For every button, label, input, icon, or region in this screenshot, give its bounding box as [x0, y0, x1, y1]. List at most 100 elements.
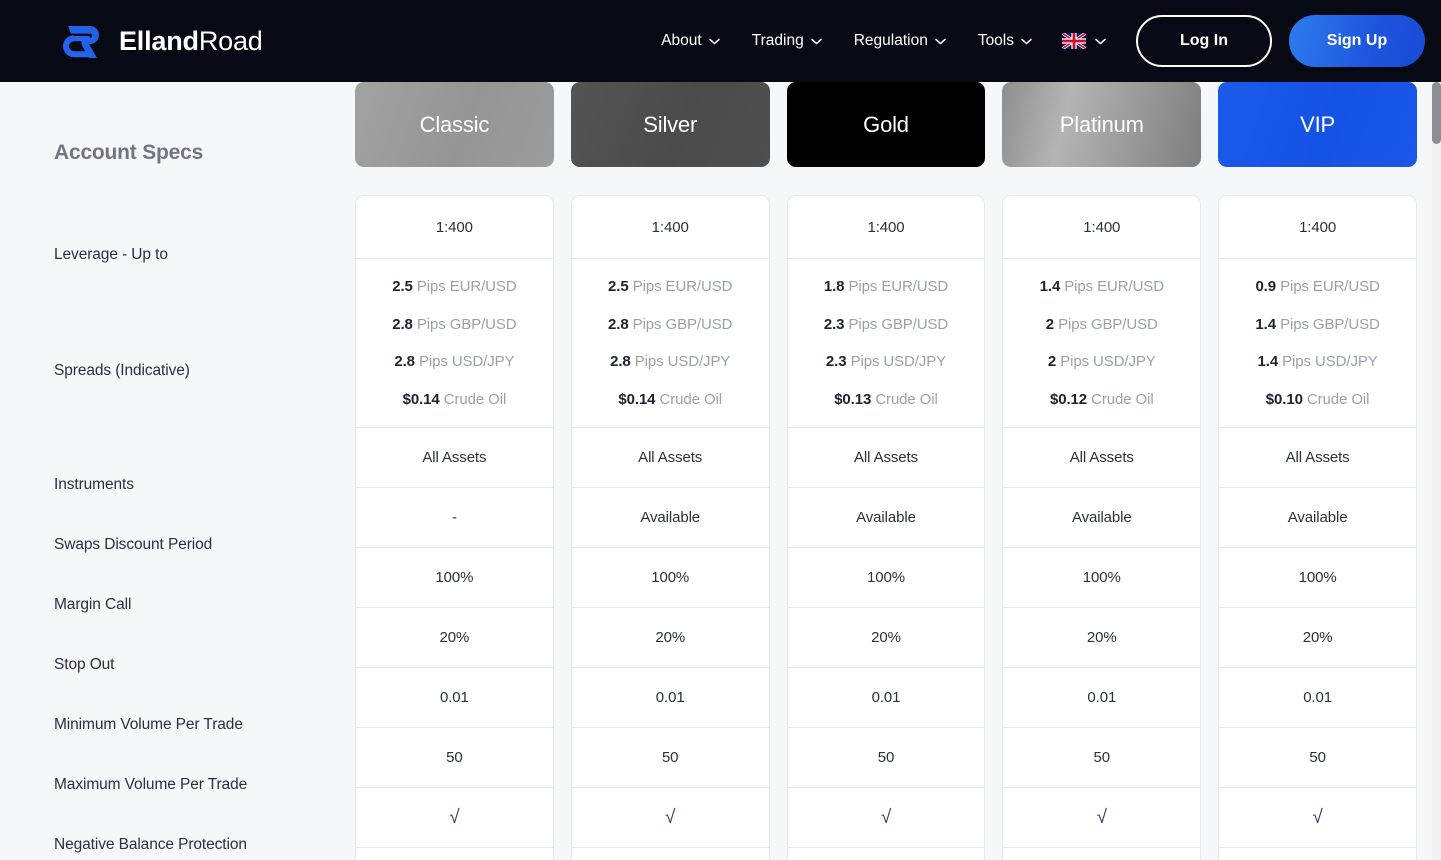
nav-item-tools[interactable]: Tools [962, 22, 1048, 60]
spec-label-negative-balance-protection: Negative Balance Protection [54, 836, 247, 853]
spread-line: 2 Pips USD/JPY [1048, 343, 1156, 381]
cell-margin-call: 100% [571, 548, 769, 608]
cell-margin-call: 100% [787, 548, 985, 608]
cell-swaps-discount-period: Available [1219, 488, 1416, 548]
plan-column-classic: Classic 1:400 2.5 Pips EUR/USD 2.8 Pips … [355, 82, 554, 860]
nav-item-about[interactable]: About [645, 22, 736, 60]
cell-maximum-volume: 50 [1003, 728, 1201, 788]
page-title: Account Specs [54, 141, 204, 164]
cell-stop-out: 20% [787, 608, 985, 668]
spread-unit: Crude Oil [659, 390, 723, 408]
spread-value: 2.8 [608, 315, 629, 333]
spread-value: 2.5 [608, 278, 629, 295]
cell-negative-balance-protection: √ [1003, 788, 1201, 848]
plan-columns: Classic 1:400 2.5 Pips EUR/USD 2.8 Pips … [355, 82, 1417, 860]
cell-margin-call: 100% [1219, 548, 1416, 608]
spread-value: 2 [1045, 315, 1055, 333]
cell-minimum-volume: 0.01 [356, 668, 553, 728]
cell-minimum-volume: 0.01 [1219, 668, 1416, 728]
spec-label-swaps-discount-period: Swaps Discount Period [54, 536, 213, 553]
cell-next-row [572, 848, 769, 860]
cell-negative-balance-protection: √ [1219, 788, 1416, 848]
spread-line: 2.8 Pips USD/JPY [394, 343, 514, 381]
cell-minimum-volume: 0.01 [571, 668, 769, 728]
nav-item-label: Regulation [853, 32, 928, 49]
spread-unit: Crude Oil [875, 390, 938, 408]
cell-leverage: 1:400 [1219, 196, 1416, 259]
spread-unit: Pips EUR/USD [416, 278, 517, 295]
spread-line: 2.5 Pips EUR/USD [608, 268, 732, 306]
plan-column-platinum: Platinum 1:400 1.4 Pips EUR/USD 2 Pips G… [1002, 82, 1202, 860]
plan-header-vip[interactable]: VIP [1218, 82, 1417, 167]
login-button[interactable]: Log In [1136, 15, 1272, 67]
spread-value: 2.8 [610, 353, 631, 370]
cell-minimum-volume: 0.01 [1003, 668, 1201, 728]
brand-logo[interactable]: EllandRoad [58, 19, 263, 63]
nav-item-label: About [661, 32, 702, 49]
cell-next-row [356, 848, 553, 860]
spread-value: $0.12 [1049, 390, 1088, 408]
cell-maximum-volume: 50 [1219, 728, 1416, 788]
uk-flag-icon [1062, 33, 1086, 49]
cell-swaps-discount-period: Available [787, 488, 985, 548]
spread-line: 2.8 Pips GBP/USD [392, 306, 516, 344]
spread-line: $0.13 Crude Oil [834, 381, 938, 419]
nav-item-regulation[interactable]: Regulation [838, 22, 962, 60]
plan-column-vip: VIP 1:400 0.9 Pips EUR/USD 1.4 Pips GBP/… [1218, 82, 1417, 860]
spec-label-column: Account Specs Leverage - Up to Spreads (… [54, 82, 355, 860]
spec-label-minimum-volume: Minimum Volume Per Trade [54, 716, 243, 733]
cell-next-row [788, 848, 985, 860]
cell-stop-out: 20% [571, 608, 769, 668]
cell-negative-balance-protection: √ [356, 788, 553, 848]
brand-name: EllandRoad [119, 26, 263, 57]
spread-value: 1.8 [823, 278, 845, 295]
spec-label-leverage: Leverage - Up to [54, 245, 168, 263]
spec-label-spreads: Spreads (Indicative) [54, 361, 190, 379]
main-navigation: About Trading Regulation Tools Log In Si… [645, 15, 1425, 67]
nav-item-trading[interactable]: Trading [736, 22, 838, 60]
spread-line: 1.4 Pips GBP/USD [1255, 306, 1379, 344]
spread-unit: Pips USD/JPY [1060, 353, 1156, 370]
brand-name-light: Road [198, 25, 263, 56]
spread-unit: Pips EUR/USD [1280, 278, 1380, 295]
plan-body-platinum: 1:400 1.4 Pips EUR/USD 2 Pips GBP/USD 2 … [1002, 195, 1202, 860]
spread-line: 2 Pips GBP/USD [1046, 306, 1158, 344]
spec-label-instruments: Instruments [54, 476, 134, 493]
cell-swaps-discount-period: - [356, 488, 553, 548]
spread-line: 1.8 Pips EUR/USD [824, 268, 948, 306]
spread-value: $0.10 [1265, 390, 1303, 408]
cell-leverage: 1:400 [571, 196, 769, 259]
plan-column-silver: Silver 1:400 2.5 Pips EUR/USD 2.8 Pips G… [570, 82, 770, 860]
cell-next-row [1219, 848, 1416, 860]
chevron-down-icon [1095, 38, 1106, 45]
spread-value: 2 [1047, 353, 1057, 370]
label-spacer [54, 195, 355, 223]
plan-header-gold[interactable]: Gold [786, 82, 986, 167]
cell-stop-out: 20% [356, 608, 553, 668]
spread-unit: Crude Oil [1091, 390, 1154, 408]
cell-spreads: 1.8 Pips EUR/USD 2.3 Pips GBP/USD 2.3 Pi… [787, 259, 985, 428]
cell-next-row [1003, 848, 1200, 860]
cell-margin-call: 100% [356, 548, 553, 608]
spread-value: 1.4 [1255, 315, 1276, 333]
cell-spreads: 2.5 Pips EUR/USD 2.8 Pips GBP/USD 2.8 Pi… [356, 259, 553, 428]
cell-negative-balance-protection: √ [787, 788, 985, 848]
cell-swaps-discount-period: Available [571, 488, 769, 548]
page-scrollbar-track[interactable] [1432, 82, 1441, 860]
plan-header-silver[interactable]: Silver [570, 82, 770, 167]
plan-header-platinum[interactable]: Platinum [1002, 82, 1202, 167]
page-scrollbar-thumb[interactable] [1432, 82, 1441, 144]
plan-header-classic[interactable]: Classic [355, 82, 554, 167]
spread-value: 2.3 [825, 353, 847, 370]
spread-unit: Pips USD/JPY [850, 353, 947, 370]
nav-item-label: Tools [977, 32, 1014, 49]
spread-value: 2.5 [392, 278, 413, 295]
spread-value: 2.8 [394, 353, 415, 370]
spread-value: 2.3 [823, 315, 845, 333]
spread-unit: Pips USD/JPY [634, 353, 731, 370]
signup-button[interactable]: Sign Up [1289, 15, 1425, 67]
plan-column-gold: Gold 1:400 1.8 Pips EUR/USD 2.3 Pips GBP… [786, 82, 986, 860]
brand-name-strong: Elland [119, 25, 199, 56]
cell-maximum-volume: 50 [571, 728, 769, 788]
language-selector[interactable] [1048, 23, 1118, 59]
